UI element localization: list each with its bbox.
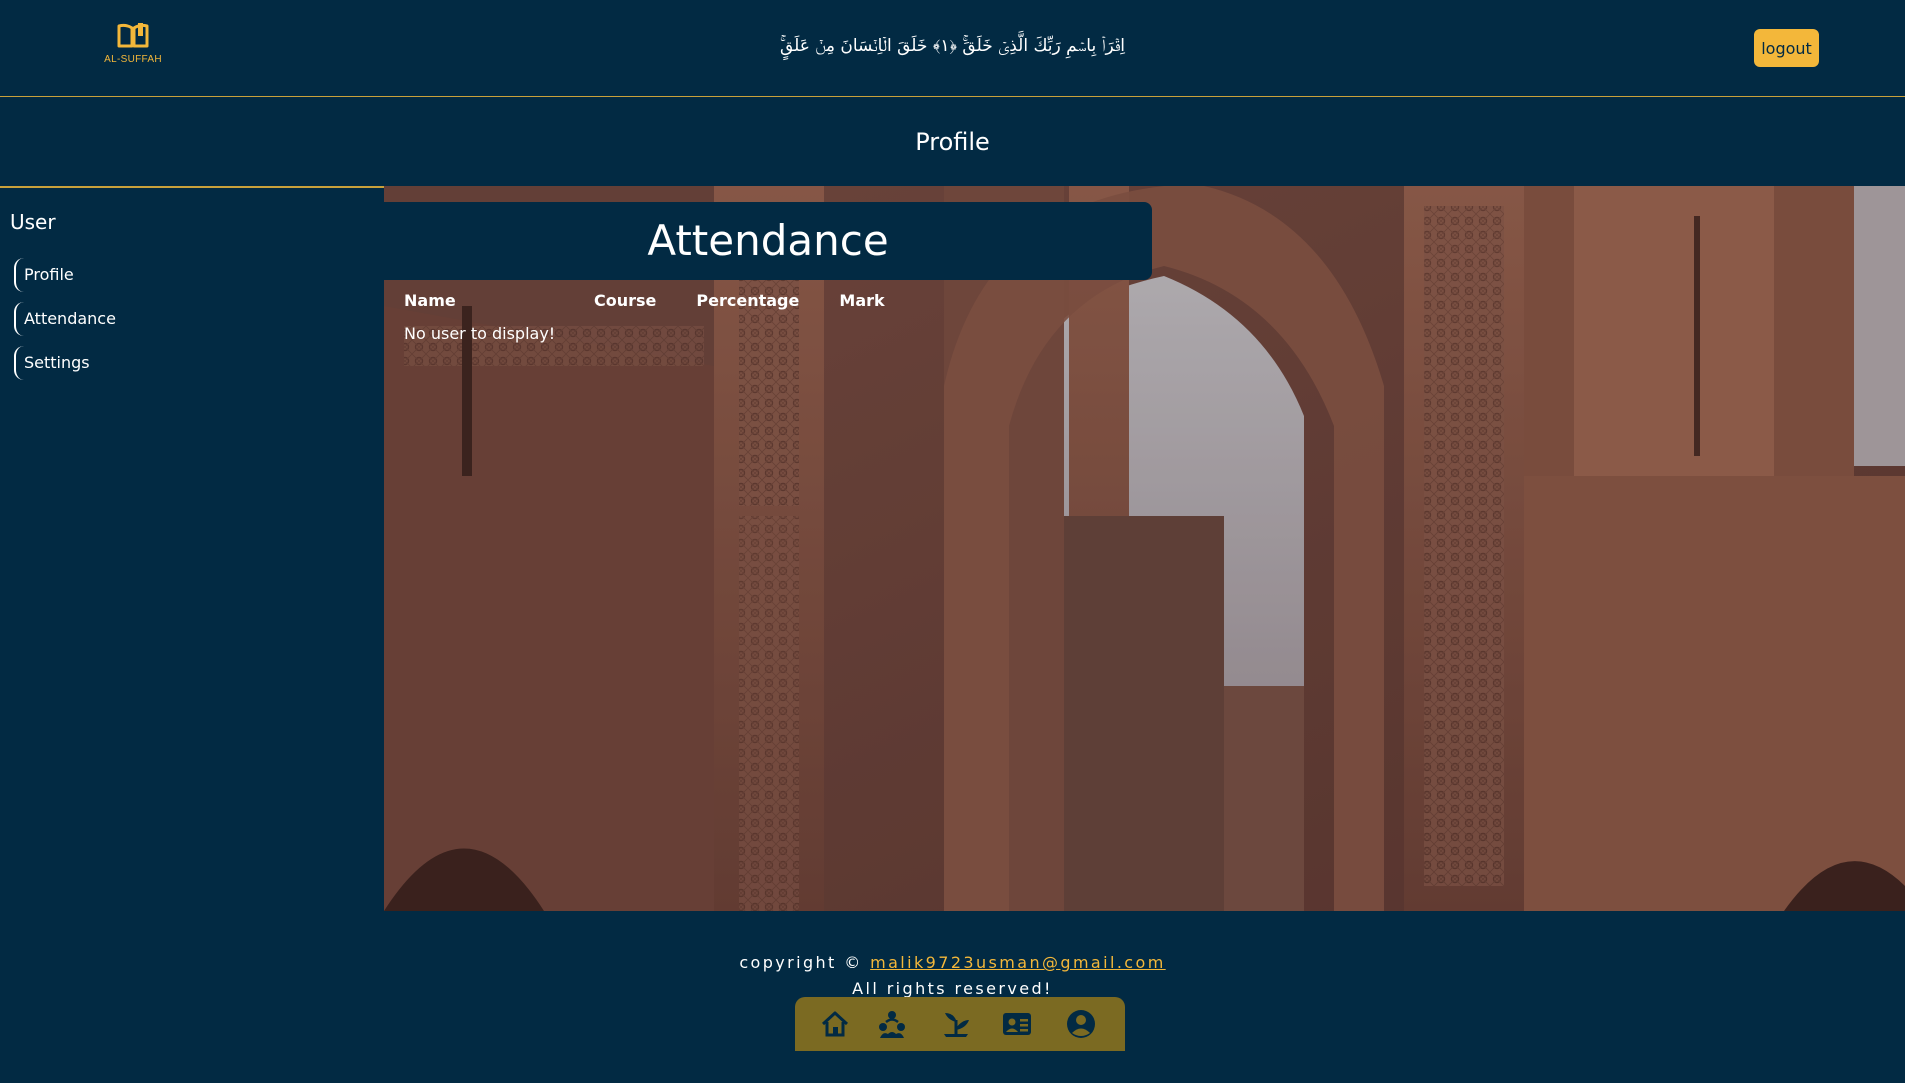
email-link[interactable]: malik9723usman@gmail.com bbox=[870, 953, 1166, 972]
empty-table-message: No user to display! bbox=[404, 323, 556, 343]
footer: copyright © malik9723usman@gmail.com All… bbox=[0, 950, 1905, 1002]
sidebar-item-label: Profile bbox=[24, 265, 74, 284]
sidebar-item-attendance[interactable]: Attendance bbox=[14, 302, 116, 336]
sidebar-item-settings[interactable]: Settings bbox=[14, 346, 90, 380]
copyright-line: copyright © malik9723usman@gmail.com bbox=[0, 950, 1905, 976]
sidebar-title: User bbox=[10, 210, 56, 234]
copyright-text: copyright © bbox=[739, 953, 863, 972]
community-icon[interactable] bbox=[876, 1008, 908, 1040]
header-verse: اِقۡرَاۡ بِاسۡمِ رَبِّكَ الَّذِىۡ خَلَقَ… bbox=[780, 36, 1125, 56]
column-header-percentage: Percentage bbox=[696, 290, 800, 310]
attendance-heading: Attendance bbox=[384, 202, 1152, 280]
main-content: Attendance Name Course Percentage Mark N… bbox=[384, 186, 1905, 911]
sidebar: User Profile Attendance Settings bbox=[0, 186, 384, 911]
table-row: No user to display! bbox=[404, 314, 925, 346]
column-header-course: Course bbox=[594, 290, 657, 310]
top-header: AL-SUFFAH اِقۡرَاۡ بِاسۡمِ رَبِّكَ الَّذ… bbox=[0, 0, 1905, 97]
column-header-name: Name bbox=[404, 290, 456, 310]
bottom-nav bbox=[795, 997, 1125, 1051]
sidebar-item-label: Settings bbox=[24, 353, 90, 372]
sidebar-item-label: Attendance bbox=[24, 309, 116, 328]
table-header-row: Name Course Percentage Mark bbox=[404, 286, 925, 314]
column-header-mark: Mark bbox=[839, 290, 885, 310]
growth-icon[interactable] bbox=[940, 1008, 972, 1040]
attendance-table: Name Course Percentage Mark No user to d… bbox=[404, 286, 925, 346]
home-icon[interactable] bbox=[819, 1008, 851, 1040]
logout-button[interactable]: logout bbox=[1754, 29, 1819, 67]
page-title: Profile bbox=[915, 128, 990, 156]
sidebar-item-profile[interactable]: Profile bbox=[14, 258, 74, 292]
account-icon[interactable] bbox=[1065, 1008, 1097, 1040]
contact-card-icon[interactable] bbox=[1001, 1008, 1033, 1040]
